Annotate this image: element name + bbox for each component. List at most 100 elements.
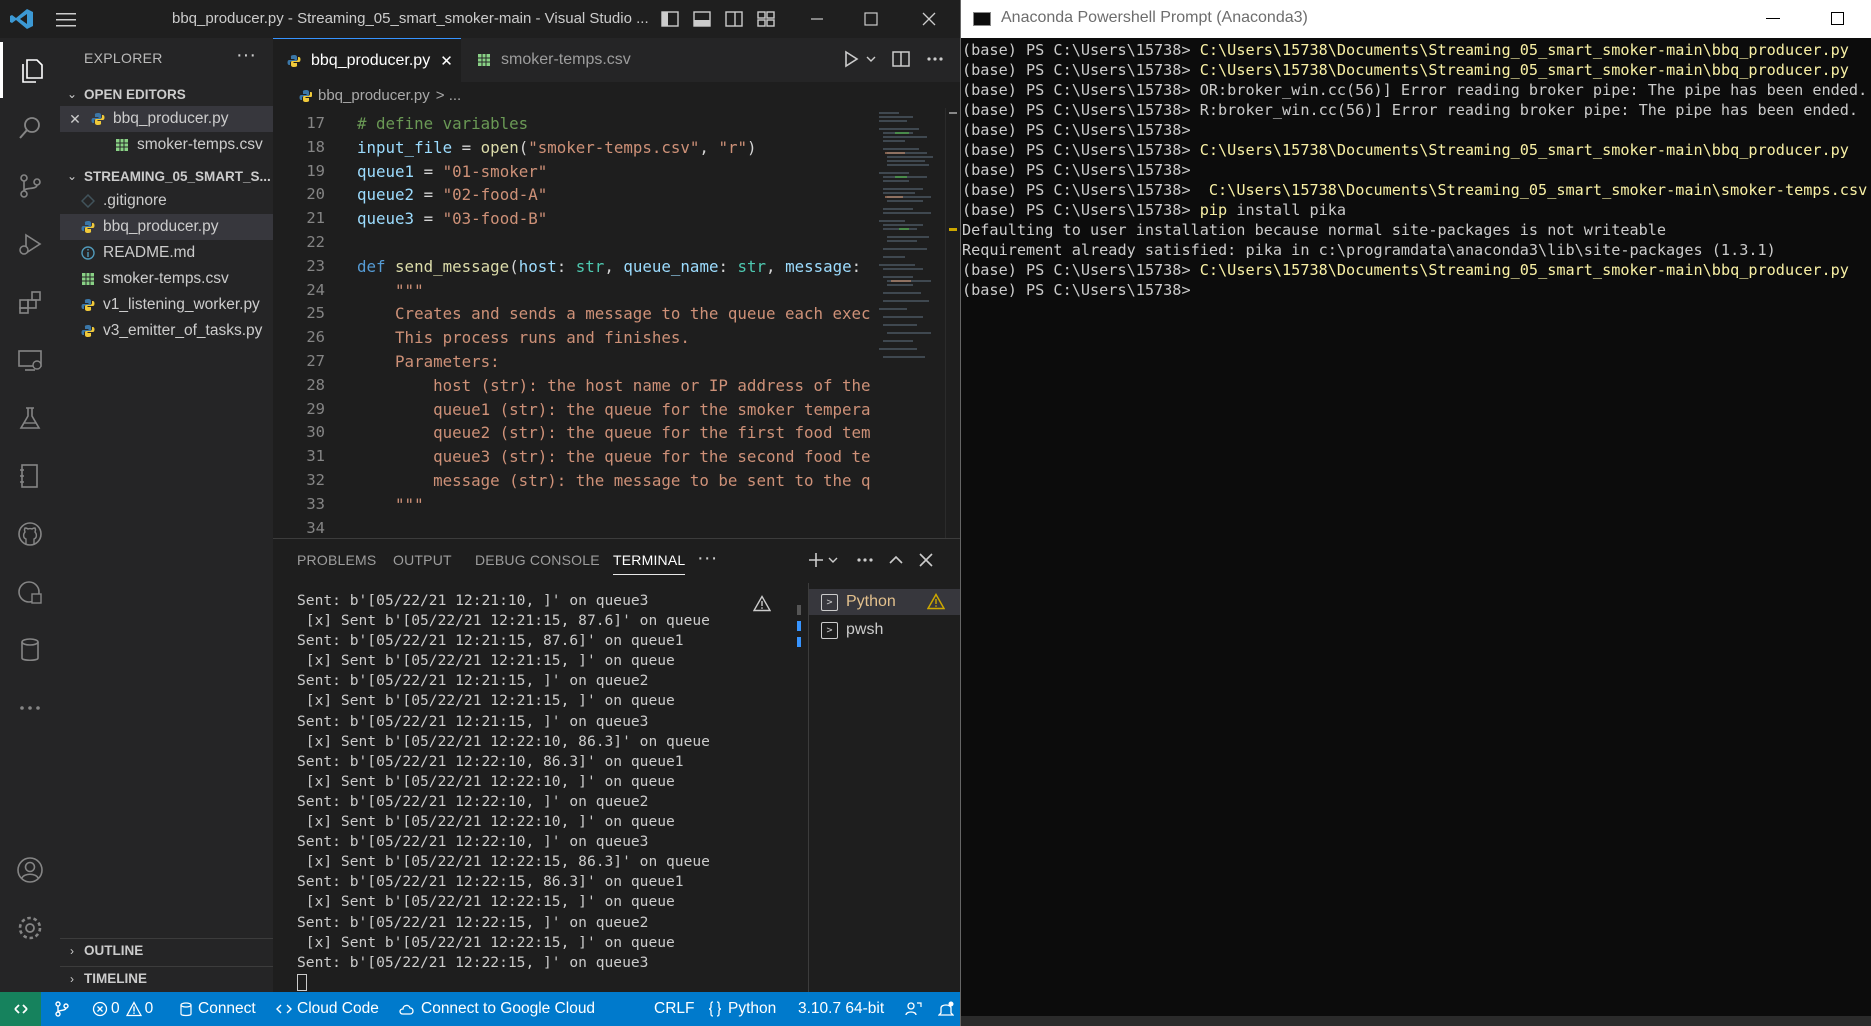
search-icon[interactable] — [0, 100, 60, 156]
file-item[interactable]: bbq_producer.py — [60, 214, 273, 240]
customize-layout-icon[interactable] — [756, 9, 776, 29]
git-branch-icon[interactable] — [54, 992, 70, 1026]
chevron-down-icon[interactable] — [827, 551, 839, 569]
terminal-icon: > — [821, 621, 838, 639]
open-editors-section[interactable]: ⌄ OPEN EDITORS — [60, 82, 273, 106]
interpreter-status[interactable]: 3.10.7 64-bit — [798, 992, 884, 1026]
code-token: input_file — [357, 137, 453, 157]
open-editor-item[interactable]: ✕ bbq_producer.py — [60, 106, 273, 132]
file-item[interactable]: .gitignore — [60, 188, 273, 214]
anaconda-horizontal-scrollbar[interactable] — [961, 1016, 1871, 1026]
notebook-icon[interactable] — [0, 448, 60, 504]
code-token: ) — [747, 137, 757, 157]
code-token: queue3 (str): the queue for the second f… — [357, 447, 871, 467]
close-tab-icon[interactable]: ✕ — [440, 52, 453, 70]
run-python-file-icon[interactable] — [841, 48, 861, 70]
code-content[interactable]: # define variables input_file = open("smo… — [357, 112, 877, 538]
chevron-down-icon: ⌄ — [66, 169, 78, 183]
terminal-app-icon — [973, 12, 991, 26]
chevron-right-icon: › — [70, 943, 74, 958]
toggle-panel-icon[interactable] — [692, 9, 712, 29]
anaconda-console-output[interactable]: (base) PS C:\Users\15738> C:\Users\15738… — [962, 40, 1867, 300]
title-bar: bbq_producer.py - Streaming_05_smart_smo… — [0, 0, 960, 38]
tab-smoker-temps[interactable]: smoker-temps.csv — [463, 38, 641, 82]
notifications-bell-icon[interactable] — [938, 992, 954, 1026]
warning-icon[interactable] — [753, 595, 771, 612]
maximize-panel-icon[interactable] — [887, 551, 905, 569]
open-editor-item[interactable]: smoker-temps.csv — [60, 132, 273, 158]
file-label: v3_emitter_of_tasks.py — [103, 322, 263, 339]
breadcrumb-file[interactable]: bbq_producer.py — [318, 87, 430, 104]
extensions-icon[interactable] — [0, 274, 60, 330]
console-text: (base) PS C:\Users\15738> — [962, 201, 1200, 219]
problems-status[interactable]: 0 0 — [92, 992, 153, 1026]
outline-section[interactable]: › OUTLINE — [60, 938, 273, 962]
terminal-line: Sent: b'[05/22/21 12:21:10, ]' on queue3 — [297, 592, 649, 609]
more-actions-icon[interactable] — [925, 48, 945, 70]
remote-explorer-icon[interactable] — [0, 332, 60, 388]
code-line: host (str): the host name or IP address … — [357, 374, 877, 398]
github-icon[interactable] — [0, 506, 60, 562]
new-terminal-icon[interactable] — [807, 551, 825, 569]
tab-terminal[interactable]: TERMINAL — [613, 552, 686, 575]
terminal-output[interactable]: Sent: b'[05/22/21 12:21:10, ]' on queue3… — [297, 591, 757, 991]
language-status[interactable]: Python — [708, 992, 776, 1026]
cloud-code-status[interactable]: Cloud Code — [276, 992, 379, 1026]
code-token: send_message — [395, 256, 510, 276]
chevron-down-icon[interactable] — [865, 48, 877, 70]
terminal-line: [x] Sent b'[05/22/21 12:22:10, ]' on que… — [297, 813, 675, 831]
eol-status[interactable]: CRLF — [654, 992, 694, 1026]
split-editor-icon[interactable] — [891, 48, 911, 70]
code-editor[interactable]: 17 18 19 20 21 22 23 24 25 26 27 28 29 30 31 32 33 34 # d… — [273, 108, 960, 538]
breadcrumb-separator[interactable]: > ... — [436, 87, 461, 104]
more-views-icon[interactable] — [0, 680, 60, 736]
code-line: """ — [357, 493, 877, 517]
file-label: README.md — [103, 244, 196, 261]
database-icon[interactable] — [0, 622, 60, 678]
minimize-button[interactable] — [794, 0, 840, 38]
close-panel-icon[interactable] — [917, 551, 935, 569]
file-item[interactable]: v3_emitter_of_tasks.py — [60, 318, 273, 344]
minimap[interactable] — [875, 108, 945, 408]
terminal-more-icon[interactable] — [855, 551, 875, 569]
maximize-button[interactable] — [848, 0, 894, 38]
code-token: queue1 — [357, 161, 415, 181]
testing-icon[interactable] — [0, 390, 60, 446]
panel-more-icon[interactable]: ··· — [697, 547, 718, 570]
run-debug-icon[interactable] — [0, 216, 60, 272]
file-item[interactable]: v1_listening_worker.py — [60, 292, 273, 318]
tab-problems[interactable]: PROBLEMS — [297, 552, 376, 568]
file-item[interactable]: smoker-temps.csv — [60, 266, 273, 292]
python-file-icon — [80, 297, 96, 313]
terminal-item-python[interactable]: > Python — [809, 589, 960, 615]
tab-bbq-producer[interactable]: bbq_producer.py ✕ — [273, 38, 461, 82]
feedback-icon[interactable] — [904, 992, 922, 1026]
remote-indicator-icon[interactable] — [0, 992, 41, 1026]
file-item[interactable]: README.md — [60, 240, 273, 266]
toggle-secondary-sidebar-icon[interactable] — [724, 9, 744, 29]
terminal-item-pwsh[interactable]: > pwsh — [809, 617, 960, 643]
tab-output[interactable]: OUTPUT — [393, 552, 452, 568]
source-control-icon[interactable] — [0, 158, 60, 214]
explorer-icon[interactable] — [0, 42, 60, 98]
anaconda-minimize-button[interactable] — [1766, 18, 1780, 19]
timeline-section[interactable]: › TIMELINE — [60, 966, 273, 990]
open-editor-label: smoker-temps.csv — [137, 136, 263, 153]
close-icon[interactable]: ✕ — [60, 111, 90, 128]
terminal-scrollbar[interactable] — [797, 605, 801, 665]
terminal-cursor — [297, 974, 307, 991]
folder-section[interactable]: ⌄ STREAMING_05_SMART_S... — [60, 164, 273, 188]
anaconda-maximize-button[interactable] — [1831, 12, 1844, 25]
settings-gear-icon[interactable] — [0, 900, 60, 956]
close-window-button[interactable] — [906, 0, 952, 38]
editor-scrollbar[interactable] — [945, 108, 959, 538]
toggle-primary-sidebar-icon[interactable] — [660, 9, 680, 29]
tab-debug-console[interactable]: DEBUG CONSOLE — [475, 552, 600, 568]
connect-status[interactable]: Connect — [180, 992, 256, 1026]
menu-icon[interactable] — [56, 11, 76, 27]
accounts-icon[interactable] — [0, 842, 60, 898]
explorer-more-actions-icon[interactable]: ··· — [236, 44, 256, 67]
google-cloud-status[interactable]: Connect to Google Cloud — [398, 992, 595, 1026]
github-actions-icon[interactable] — [0, 564, 60, 620]
